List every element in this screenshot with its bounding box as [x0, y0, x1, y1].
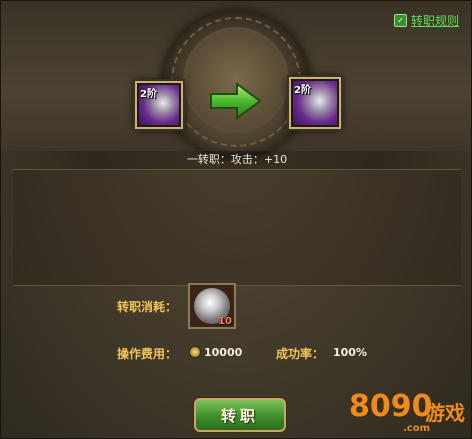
job-change-panel: ✓ 转职规则 2阶 2阶 一转职：攻击：+10 转职消耗： 10 操作费用： 1… — [0, 0, 472, 439]
watermark-url: .com — [403, 423, 431, 434]
green-right-arrow-icon — [210, 82, 262, 120]
success-rate-label: 成功率： — [276, 347, 325, 361]
success-rate-value: 100% — [333, 346, 367, 359]
source-item-slot[interactable]: 2阶 — [135, 81, 183, 129]
material-slot[interactable]: 10 — [188, 283, 236, 329]
source-item-tier: 2阶 — [140, 89, 157, 100]
job-change-button-label: 转职 — [220, 406, 259, 425]
coin-icon — [189, 346, 201, 358]
job-change-button[interactable]: 转职 — [194, 398, 286, 432]
rule-link[interactable]: ✓ 转职规则 — [393, 12, 459, 29]
watermark-brand: 8090 — [349, 389, 433, 424]
effect-text: 一转职：攻击：+10 — [1, 151, 471, 169]
fee-label: 操作费用： — [117, 347, 178, 361]
target-item-tier: 2阶 — [294, 85, 311, 96]
watermark-logo: 8090 游戏 .com — [341, 383, 471, 438]
material-count: 10 — [218, 316, 232, 327]
help-icon: ✓ — [393, 14, 407, 27]
watermark-suffix: 游戏 — [425, 401, 465, 425]
fee-value: 10000 — [204, 346, 243, 359]
info-area — [13, 169, 461, 286]
target-item-slot[interactable]: 2阶 — [289, 77, 341, 129]
material-cost-label: 转职消耗： — [117, 300, 178, 314]
rule-link-label: 转职规则 — [410, 14, 459, 28]
